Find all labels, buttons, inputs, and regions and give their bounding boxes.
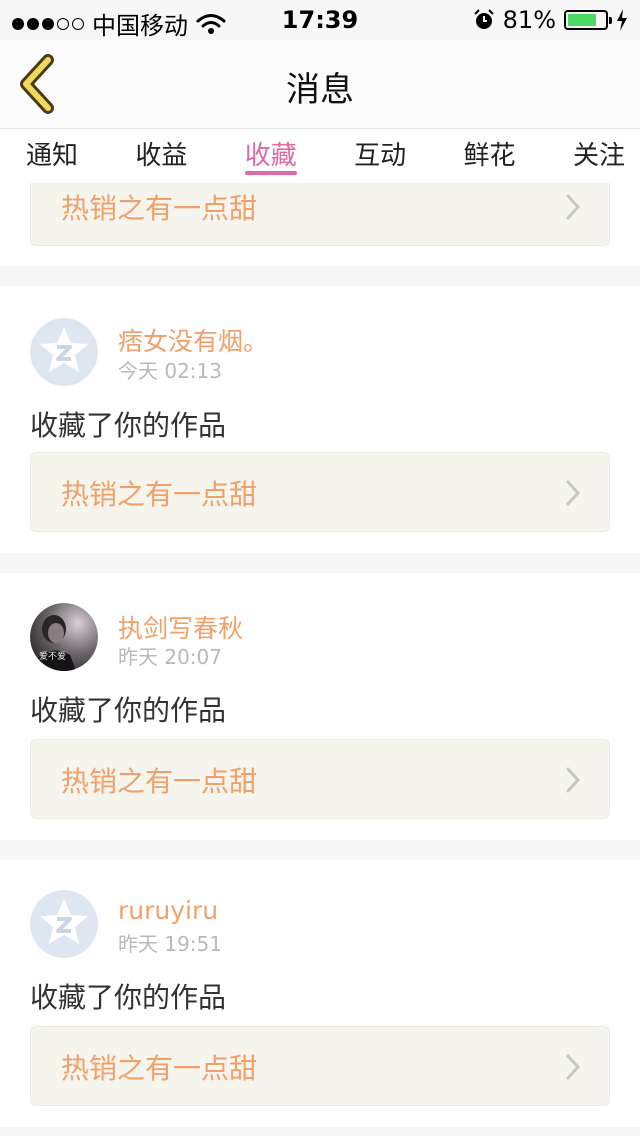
avatar[interactable] <box>30 890 98 958</box>
timestamp: 昨天 19:51 <box>118 932 222 956</box>
work-link[interactable]: 热销之有一点甜 <box>30 183 610 246</box>
list-item: ruruyiru 昨天 19:51 收藏了你的作品 热销之有一点甜 <box>0 860 640 1127</box>
default-avatar-star-icon <box>30 890 98 958</box>
battery-icon <box>564 10 612 30</box>
username[interactable]: ruruyiru <box>118 896 218 925</box>
work-title: 热销之有一点甜 <box>61 478 258 511</box>
status-bar: 中国移动 17:39 81% <box>0 0 640 40</box>
work-title: 热销之有一点甜 <box>61 765 258 798</box>
default-avatar-star-icon <box>30 318 98 386</box>
timestamp: 昨天 20:07 <box>118 645 222 669</box>
alarm-icon <box>473 9 494 29</box>
battery-level <box>568 14 597 26</box>
message-list[interactable]: 热销之有一点甜 痞女没有烟。 今天 02:13 收藏了你的作品 热销之有一点甜 <box>0 183 640 1136</box>
chevron-right-icon <box>566 194 581 220</box>
user-photo-avatar: 爱不爱 <box>30 603 98 671</box>
nav-bar: 消息 <box>0 40 640 129</box>
chevron-right-icon <box>566 1054 581 1080</box>
charging-bolt-icon <box>617 9 627 31</box>
list-item: 热销之有一点甜 <box>0 183 640 266</box>
battery-tip <box>609 17 612 24</box>
username[interactable]: 执剑写春秋 <box>118 609 243 645</box>
tab-flowers[interactable]: 鲜花 <box>456 129 524 183</box>
work-link[interactable]: 热销之有一点甜 <box>30 452 610 532</box>
battery-percent: 81% <box>502 6 556 34</box>
tab-earnings[interactable]: 收益 <box>127 129 195 183</box>
list-item: 爱不爱 执剑写春秋 昨天 20:07 收藏了你的作品 热销之有一点甜 <box>0 573 640 840</box>
tab-bar: 通知 收益 收藏 互动 鲜花 关注 <box>0 129 640 183</box>
work-link[interactable]: 热销之有一点甜 <box>30 739 610 819</box>
avatar[interactable]: 爱不爱 <box>30 603 98 671</box>
tab-favorites[interactable]: 收藏 <box>237 129 305 183</box>
tab-follows[interactable]: 关注 <box>565 129 633 183</box>
action-text: 收藏了你的作品 <box>30 409 227 442</box>
timestamp: 今天 02:13 <box>118 359 222 383</box>
tab-notifications[interactable]: 通知 <box>18 129 86 183</box>
avatar[interactable] <box>30 318 98 386</box>
work-title: 热销之有一点甜 <box>61 192 258 225</box>
work-title: 热销之有一点甜 <box>61 1052 258 1085</box>
page-title: 消息 <box>286 70 354 110</box>
list-item: 痞女没有烟。 今天 02:13 收藏了你的作品 热销之有一点甜 <box>0 286 640 553</box>
username[interactable]: 痞女没有烟。 <box>118 322 268 358</box>
status-bar-right: 81% <box>473 6 628 34</box>
action-text: 收藏了你的作品 <box>30 981 227 1014</box>
chevron-right-icon <box>566 480 581 506</box>
action-text: 收藏了你的作品 <box>30 694 227 727</box>
avatar-caption: 爱不爱 <box>39 651 66 662</box>
work-link[interactable]: 热销之有一点甜 <box>30 1026 610 1106</box>
tab-interactions[interactable]: 互动 <box>346 129 414 183</box>
chevron-right-icon <box>566 767 581 793</box>
